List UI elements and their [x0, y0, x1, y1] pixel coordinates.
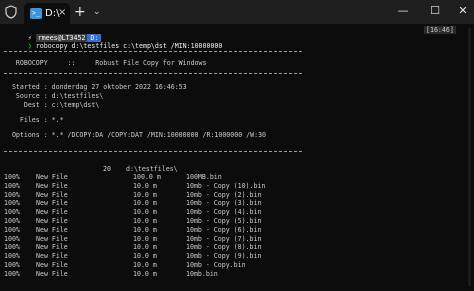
- file-name: 100MB.bin: [186, 173, 222, 181]
- file-size: 10.0 m: [133, 199, 157, 208]
- file-size: 10.0 m: [133, 261, 157, 269]
- tab-terminal[interactable]: >_ D:\ ×: [24, 3, 70, 24]
- scrollbar[interactable]: [468, 28, 471, 286]
- file-percent: 100%: [4, 217, 20, 225]
- dropdown-icon[interactable]: ⌄: [93, 5, 101, 19]
- file-status: New File: [36, 225, 68, 234]
- file-name: 10mb - Copy (6).bin: [186, 225, 262, 234]
- file-percent: 100%: [4, 190, 20, 199]
- file-status: New File: [36, 252, 68, 261]
- separator: [4, 73, 302, 74]
- file-name: 10mb.bin: [186, 269, 218, 278]
- file-size: 10.0 m: [133, 225, 157, 234]
- file-name: 10mb - Copy.bin: [186, 261, 246, 269]
- minimize-button[interactable]: —: [386, 0, 420, 22]
- file-status: New File: [36, 234, 68, 243]
- terminal-window: >_ D:\ × + ⌄ — ☐ ✕ ⚡ rmees@LT3452 D: [16:…: [0, 0, 474, 291]
- file-percent: 100%: [4, 252, 20, 261]
- shield-icon: [5, 5, 17, 19]
- file-status: New File: [36, 269, 68, 278]
- source-line: Source : d:\testfiles\: [4, 92, 104, 100]
- options-line: Options : *.* /DCOPY:DA /COPY:DAT /MIN:1…: [4, 131, 267, 139]
- separator: [4, 51, 302, 52]
- command-text: robocopy d:\testfiles c:\temp\dst /MIN:1…: [35, 42, 223, 50]
- prompt-arrow-icon: ❯: [27, 42, 32, 50]
- file-name: 10mb - Copy (9).bin: [186, 252, 262, 261]
- file-percent: 100%: [4, 208, 20, 217]
- dir-count: 20: [103, 165, 111, 173]
- file-status: New File: [36, 181, 68, 190]
- robocopy-title: ROBOCOPY :: Robust File Copy for Windows: [4, 59, 207, 67]
- dest-line: Dest : c:\temp\dst\: [4, 101, 100, 109]
- file-status: New File: [36, 173, 68, 181]
- file-status: New File: [36, 190, 68, 199]
- separator: [4, 151, 302, 152]
- file-name: 10mb - Copy (2).bin: [186, 190, 262, 199]
- title-bar: >_ D:\ × + ⌄ — ☐ ✕: [0, 0, 474, 24]
- file-name: 10mb - Copy (5).bin: [186, 217, 262, 225]
- files-line: Files : *.*: [4, 116, 64, 124]
- file-size: 10.0 m: [133, 208, 157, 217]
- file-status: New File: [36, 243, 68, 252]
- tab-close-icon[interactable]: ×: [58, 6, 66, 19]
- file-percent: 100%: [4, 173, 20, 181]
- file-size: 10.0 m: [133, 217, 157, 225]
- file-percent: 100%: [4, 243, 20, 252]
- command-line: ❯ robocopy d:\testfiles c:\temp\dst /MIN…: [4, 34, 223, 58]
- file-status: New File: [36, 217, 68, 225]
- prompt-time: [16:46]: [424, 26, 456, 34]
- file-size: 10.0 m: [133, 252, 157, 261]
- file-name: 10mb - Copy (7).bin: [186, 234, 262, 243]
- file-percent: 100%: [4, 199, 20, 208]
- file-status: New File: [36, 199, 68, 208]
- file-size: 100.0 m: [133, 173, 161, 181]
- file-status: New File: [36, 261, 68, 269]
- new-tab-button[interactable]: +: [74, 4, 86, 20]
- dir-path: d:\testfiles\: [126, 165, 178, 173]
- file-percent: 100%: [4, 181, 20, 190]
- file-percent: 100%: [4, 261, 20, 269]
- file-size: 10.0 m: [133, 234, 157, 243]
- file-size: 10.0 m: [133, 181, 157, 190]
- file-size: 10.0 m: [133, 190, 157, 199]
- file-name: 10mb - Copy (8).bin: [186, 243, 262, 252]
- file-name: 10mb - Copy (10).bin: [186, 181, 266, 190]
- file-percent: 100%: [4, 234, 20, 243]
- terminal-output[interactable]: ⚡ rmees@LT3452 D: [16:46] ❯ robocopy d:\t…: [0, 24, 474, 291]
- terminal-icon: >_: [30, 8, 42, 19]
- file-percent: 100%: [4, 225, 20, 234]
- file-percent: 100%: [4, 269, 20, 278]
- file-name: 10mb - Copy (3).bin: [186, 199, 262, 208]
- close-button[interactable]: ✕: [446, 0, 474, 22]
- file-size: 10.0 m: [133, 269, 157, 278]
- file-size: 10.0 m: [133, 243, 157, 252]
- file-status: New File: [36, 208, 68, 217]
- file-name: 10mb - Copy (4).bin: [186, 208, 262, 217]
- started-line: Started : donderdag 27 oktober 2022 16:4…: [4, 83, 187, 91]
